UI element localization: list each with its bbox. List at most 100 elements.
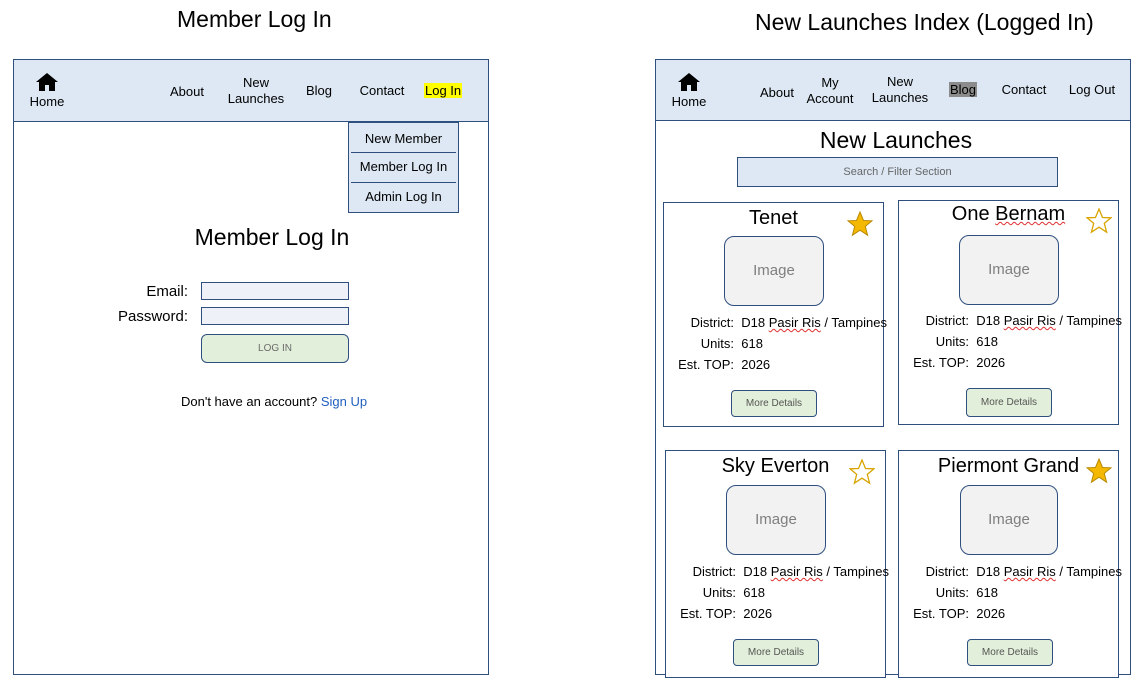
- card-image: Image: [724, 236, 824, 306]
- district-code: D18: [743, 564, 768, 579]
- card-units: Units: 618: [909, 334, 998, 349]
- login-form-title: Member Log In: [194, 224, 350, 250]
- card-top: Est. TOP: 2026: [899, 355, 1005, 370]
- dropdown-divider: [351, 182, 456, 183]
- more-details-button[interactable]: More Details: [731, 390, 817, 417]
- district-area: Pasir Ris: [768, 315, 821, 330]
- top-label: Est. TOP:: [678, 357, 734, 372]
- dropdown-admin-login[interactable]: Admin Log In: [349, 189, 458, 204]
- units-value: 618: [743, 585, 765, 600]
- star-filled-icon[interactable]: [1086, 458, 1112, 484]
- card-top: Est. TOP: 2026: [666, 606, 772, 621]
- left-navbar: Home About New Launches Blog Contact Log…: [13, 59, 489, 122]
- card-units: Units: 618: [909, 585, 998, 600]
- nav-login-label: Log In: [424, 83, 463, 98]
- password-field[interactable]: [201, 307, 349, 325]
- home-icon: [36, 73, 58, 91]
- right-caption: New Launches Index (Logged In): [755, 9, 1094, 35]
- card-district: District: D18 Pasir Ris / Tampines: [676, 564, 889, 579]
- nav-new-launches[interactable]: New Launches: [868, 74, 932, 106]
- district-area: Pasir Ris: [770, 564, 823, 579]
- district-area-2: / Tampines: [1059, 564, 1122, 579]
- left-caption: Member Log In: [177, 6, 332, 32]
- signup-link[interactable]: Sign Up: [321, 394, 367, 409]
- card-image: Image: [960, 485, 1058, 555]
- card-title-text: Piermont Grand: [937, 455, 1080, 477]
- star-filled-icon[interactable]: [847, 211, 873, 237]
- nav-new-launches-line2: Launches: [871, 90, 929, 105]
- card-title-text: Tenet: [749, 207, 798, 229]
- card-title-text: Sky Everton: [721, 455, 830, 477]
- units-label: Units:: [702, 585, 736, 600]
- district-label: District:: [690, 315, 734, 330]
- nav-new-launches-line1: New: [886, 74, 913, 89]
- card-district: District: D18 Pasir Ris / Tampines: [909, 564, 1122, 579]
- district-label: District:: [925, 313, 969, 328]
- district-area-2: / Tampines: [824, 315, 887, 330]
- district-code: D18: [741, 315, 766, 330]
- nav-blog[interactable]: Blog: [943, 82, 983, 98]
- email-label: Email:: [146, 283, 188, 300]
- nav-new-launches-line1: New: [242, 75, 269, 90]
- nav-about[interactable]: About: [754, 85, 800, 101]
- nav-my-account-line2: Account: [806, 91, 854, 106]
- launch-card: Tenet Image District: D18 Pasir Ris / Ta…: [663, 202, 887, 427]
- right-navbar: Home About My Account New Launches Blog …: [655, 59, 1131, 121]
- password-label: Password:: [117, 308, 188, 325]
- search-filter-section[interactable]: Search / Filter Section: [737, 157, 1058, 187]
- dropdown-new-member[interactable]: New Member: [349, 131, 458, 146]
- top-value: 2026: [741, 357, 771, 372]
- district-label: District:: [925, 564, 969, 579]
- launch-card: Sky Everton Image District: D18 Pasir Ri…: [665, 450, 889, 678]
- district-code: D18: [976, 564, 1001, 579]
- launch-card: One Bernam Image District: D18 Pasir Ris…: [898, 200, 1122, 425]
- district-label: District:: [692, 564, 736, 579]
- card-district: District: D18 Pasir Ris / Tampines: [909, 313, 1122, 328]
- nav-home-label: Home: [29, 94, 65, 109]
- email-field[interactable]: [201, 282, 349, 300]
- district-area: Pasir Ris: [1003, 313, 1056, 328]
- nav-home-label: Home: [671, 94, 707, 109]
- nav-blog[interactable]: Blog: [300, 83, 338, 99]
- more-details-button[interactable]: More Details: [966, 388, 1052, 417]
- nav-blog-label: Blog: [948, 82, 978, 97]
- login-button[interactable]: LOG IN: [201, 334, 349, 363]
- home-icon: [678, 73, 700, 91]
- card-units: Units: 618: [676, 585, 765, 600]
- nav-login[interactable]: Log In: [424, 83, 463, 99]
- units-value: 618: [741, 336, 763, 351]
- more-details-button[interactable]: More Details: [967, 639, 1053, 666]
- card-image: Image: [959, 235, 1059, 305]
- district-area-2: / Tampines: [826, 564, 889, 579]
- nav-my-account[interactable]: My Account: [802, 75, 858, 107]
- signup-line: Don't have an account? Sign Up: [181, 394, 367, 409]
- signup-prompt: Don't have an account?: [181, 394, 318, 409]
- district-area-2: / Tampines: [1059, 313, 1122, 328]
- nav-about[interactable]: About: [164, 84, 210, 100]
- nav-contact[interactable]: Contact: [354, 83, 410, 99]
- nav-contact[interactable]: Contact: [996, 82, 1052, 98]
- card-top: Est. TOP: 2026: [899, 606, 1005, 621]
- district-area: Pasir Ris: [1003, 564, 1056, 579]
- units-label: Units:: [935, 334, 969, 349]
- star-outline-icon[interactable]: [849, 459, 875, 485]
- more-details-button[interactable]: More Details: [733, 639, 819, 666]
- top-label: Est. TOP:: [913, 355, 969, 370]
- card-title-text-2: Bernam: [995, 203, 1066, 225]
- nav-logout[interactable]: Log Out: [1064, 82, 1120, 98]
- nav-home[interactable]: Home: [24, 72, 70, 109]
- nav-new-launches[interactable]: New Launches: [224, 75, 288, 107]
- top-value: 2026: [976, 355, 1006, 370]
- dropdown-member-login[interactable]: Member Log In: [349, 159, 458, 174]
- district-code: D18: [976, 313, 1001, 328]
- nav-home[interactable]: Home: [666, 72, 712, 109]
- star-outline-icon[interactable]: [1086, 208, 1112, 234]
- card-units: Units: 618: [674, 336, 763, 351]
- card-title-text: One: [951, 203, 996, 225]
- top-value: 2026: [976, 606, 1006, 621]
- card-top: Est. TOP: 2026: [664, 357, 770, 372]
- units-value: 618: [976, 585, 998, 600]
- launch-card: Piermont Grand Image District: D18 Pasir…: [898, 450, 1122, 678]
- card-district: District: D18 Pasir Ris / Tampines: [674, 315, 887, 330]
- card-image: Image: [726, 485, 826, 555]
